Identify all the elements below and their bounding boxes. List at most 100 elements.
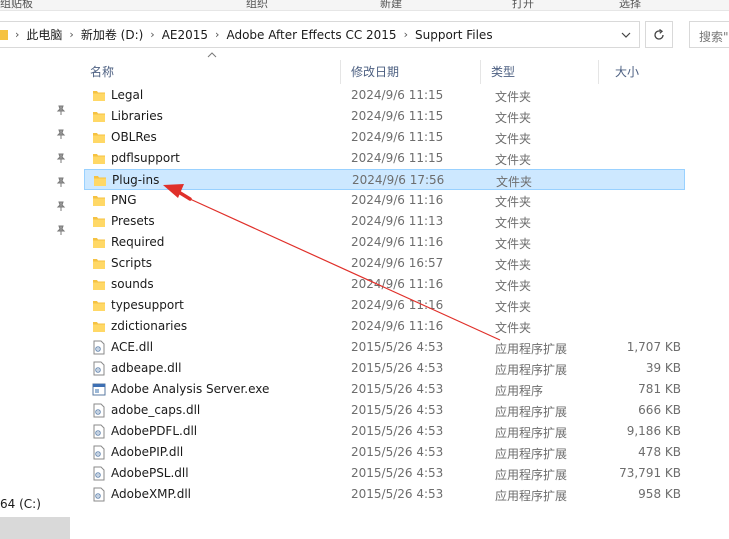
dll-file-icon <box>93 466 105 481</box>
dll-file-icon <box>93 361 105 376</box>
file-row[interactable]: AdobePSL.dll 2015/5/26 4:53 应用程序扩展 73,791 K… <box>84 463 685 484</box>
file-modified-date: 2015/5/26 4:53 <box>351 361 444 375</box>
folder-icon <box>93 133 105 143</box>
breadcrumb: › 此电脑 › 新加卷 (D:) › AE2015 › Adobe After Effects… <box>13 22 498 47</box>
ribbon-group-organize: 组织 <box>246 0 268 10</box>
address-history-dropdown[interactable] <box>613 22 639 47</box>
file-type: 文件夹 <box>495 153 532 167</box>
file-type: 应用程序扩展 <box>495 342 568 356</box>
file-type: 应用程序扩展 <box>495 447 568 461</box>
file-name: pdflsupport <box>111 151 180 165</box>
folder-row[interactable]: zdictionaries 2024/9/6 11:16 文件夹 <box>84 316 685 337</box>
file-name: Presets <box>111 214 155 228</box>
folder-icon <box>93 91 105 101</box>
file-type: 应用程序扩展 <box>495 489 568 503</box>
pin-icon[interactable] <box>55 152 67 164</box>
file-name: ACE.dll <box>111 340 154 354</box>
file-row[interactable]: AdobePIP.dll 2015/5/26 4:53 应用程序扩展 478 KB <box>84 442 685 463</box>
file-type: 文件夹 <box>495 300 532 314</box>
folder-row[interactable]: Libraries 2024/9/6 11:15 文件夹 <box>84 106 685 127</box>
file-name: PNG <box>111 193 137 207</box>
folder-icon <box>93 196 105 206</box>
folder-row[interactable]: Required 2024/9/6 11:16 文件夹 <box>84 232 685 253</box>
folder-icon <box>93 259 105 269</box>
file-type: 应用程序扩展 <box>495 405 568 419</box>
column-header-type[interactable]: 类型 <box>481 60 599 84</box>
folder-row[interactable]: OBLRes 2024/9/6 11:15 文件夹 <box>84 127 685 148</box>
file-row[interactable]: AdobeXMP.dll 2015/5/26 4:53 应用程序扩展 958 KB <box>84 484 685 505</box>
file-size: 781 KB <box>638 382 681 396</box>
file-row[interactable]: adbeape.dll 2015/5/26 4:53 应用程序扩展 39 KB <box>84 358 685 379</box>
nav-item-drive-c[interactable]: 64 (C:) <box>0 497 41 511</box>
folder-row[interactable]: Presets 2024/9/6 11:13 文件夹 <box>84 211 685 232</box>
refresh-button[interactable] <box>645 21 673 48</box>
breadcrumb-item[interactable]: Adobe After Effects CC 2015 <box>221 28 401 42</box>
file-name: adbeape.dll <box>111 361 182 375</box>
file-type: 应用程序扩展 <box>495 468 568 482</box>
file-name: AdobePSL.dll <box>111 466 189 480</box>
file-type: 文件夹 <box>495 111 532 125</box>
file-type: 文件夹 <box>495 237 532 251</box>
chevron-right-icon[interactable]: › <box>213 28 221 41</box>
file-modified-date: 2024/9/6 11:16 <box>351 277 444 291</box>
breadcrumb-item[interactable]: 此电脑 <box>21 26 67 43</box>
file-name: AdobePIP.dll <box>111 445 184 459</box>
file-name: Required <box>111 235 165 249</box>
breadcrumb-item[interactable]: Support Files <box>410 28 498 42</box>
file-modified-date: 2015/5/26 4:53 <box>351 424 444 438</box>
file-size: 39 KB <box>645 361 681 375</box>
file-type: 应用程序扩展 <box>495 426 568 440</box>
folder-row[interactable]: Scripts 2024/9/6 16:57 文件夹 <box>84 253 685 274</box>
file-type: 文件夹 <box>495 258 532 272</box>
folder-row[interactable]: Legal 2024/9/6 11:15 文件夹 <box>84 85 685 106</box>
pin-icon[interactable] <box>55 200 67 212</box>
nav-item-selected[interactable] <box>0 517 70 539</box>
address-bar[interactable]: › 此电脑 › 新加卷 (D:) › AE2015 › Adobe After Effects… <box>0 21 640 48</box>
folder-row[interactable]: Plug-ins 2024/9/6 17:56 文件夹 <box>84 169 685 190</box>
dll-file-icon <box>93 403 105 418</box>
pin-icon[interactable] <box>55 128 67 140</box>
pin-icon[interactable] <box>55 224 67 236</box>
file-row[interactable]: Adobe Analysis Server.exe 2015/5/26 4:53 应… <box>84 379 685 400</box>
ribbon-group-clipboard: 组贴板 <box>0 0 33 10</box>
column-header-date[interactable]: 修改日期 <box>341 60 481 84</box>
chevron-right-icon[interactable]: › <box>67 28 75 41</box>
file-modified-date: 2024/9/6 16:57 <box>351 256 444 270</box>
file-modified-date: 2024/9/6 11:15 <box>351 109 444 123</box>
breadcrumb-item[interactable]: AE2015 <box>157 28 213 42</box>
file-row[interactable]: adobe_caps.dll 2015/5/26 4:53 应用程序扩展 666 KB <box>84 400 685 421</box>
column-header-name[interactable]: 名称 <box>80 60 341 84</box>
folder-row[interactable]: pdflsupport 2024/9/6 11:15 文件夹 <box>84 148 685 169</box>
pin-icon[interactable] <box>55 104 67 116</box>
file-row[interactable]: AdobePDFL.dll 2015/5/26 4:53 应用程序扩展 9,186 K… <box>84 421 685 442</box>
file-modified-date: 2024/9/6 11:16 <box>351 319 444 333</box>
file-type: 应用程序 <box>495 384 544 398</box>
pin-icon[interactable] <box>55 176 67 188</box>
chevron-right-icon[interactable]: › <box>402 28 410 41</box>
file-type: 应用程序扩展 <box>495 363 568 377</box>
file-name: typesupport <box>111 298 184 312</box>
folder-row[interactable]: sounds 2024/9/6 11:16 文件夹 <box>84 274 685 295</box>
file-row[interactable]: ACE.dll 2015/5/26 4:53 应用程序扩展 1,707 KB <box>84 337 685 358</box>
file-type: 文件夹 <box>495 279 532 293</box>
breadcrumb-item[interactable]: 新加卷 (D:) <box>76 26 148 43</box>
folder-icon <box>93 154 105 164</box>
file-type: 文件夹 <box>495 321 532 335</box>
chevron-right-icon[interactable]: › <box>13 28 21 41</box>
file-type: 文件夹 <box>495 195 532 209</box>
column-header-size[interactable]: 大小 <box>599 60 679 84</box>
chevron-right-icon[interactable]: › <box>148 28 156 41</box>
search-input[interactable]: 搜索" <box>689 21 729 48</box>
ribbon-group-labels: 组贴板 组织 新建 打开 选择 <box>0 0 729 11</box>
file-size: 9,186 KB <box>626 424 681 438</box>
folder-row[interactable]: typesupport 2024/9/6 11:16 文件夹 <box>84 295 685 316</box>
file-modified-date: 2024/9/6 11:13 <box>351 214 444 228</box>
folder-icon <box>93 280 105 290</box>
file-size: 1,707 KB <box>626 340 681 354</box>
file-name: Plug-ins <box>112 173 160 187</box>
file-name: adobe_caps.dll <box>111 403 201 417</box>
folder-row[interactable]: PNG 2024/9/6 11:16 文件夹 <box>84 190 685 211</box>
dll-file-icon <box>93 487 105 502</box>
file-size: 478 KB <box>638 445 681 459</box>
file-type: 文件夹 <box>495 216 532 230</box>
